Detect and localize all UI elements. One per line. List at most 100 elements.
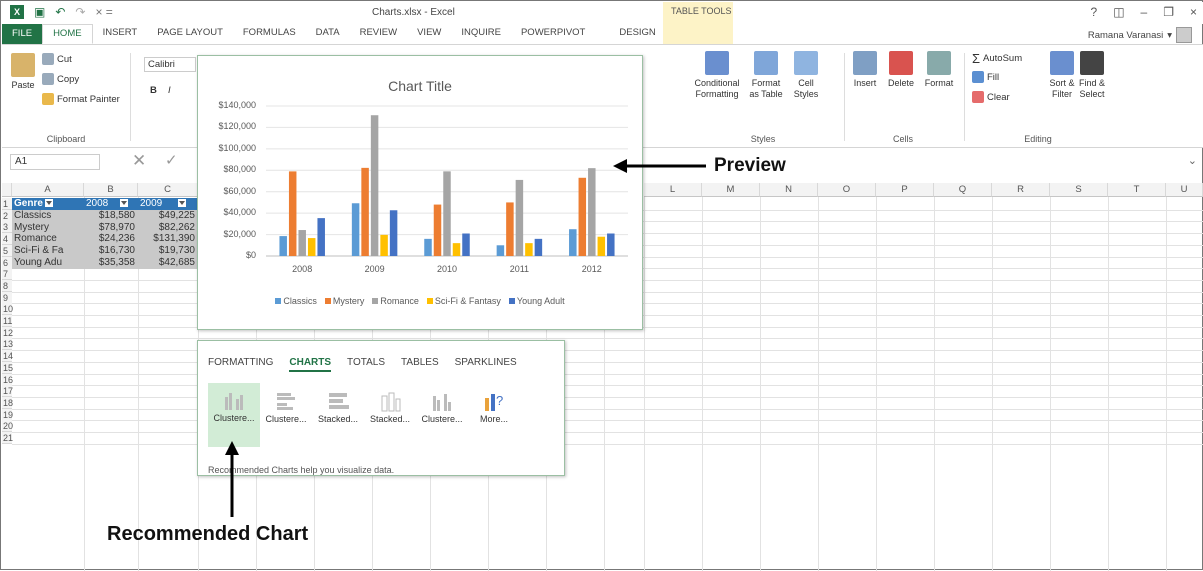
conditional-formatting-button[interactable]: Conditional Formatting xyxy=(692,51,742,100)
column-header-l[interactable]: L xyxy=(644,183,702,197)
row-header[interactable]: 15 xyxy=(2,361,13,374)
insert-cells-button[interactable]: Insert xyxy=(850,51,880,89)
table-cell[interactable]: $42,685 xyxy=(139,257,195,269)
find-select-button[interactable]: Find & Select xyxy=(1078,51,1106,100)
tab-inquire[interactable]: INQUIRE xyxy=(451,24,511,44)
cut-button[interactable]: Cut xyxy=(42,53,72,65)
table-cell[interactable]: Sci-Fi & Fa xyxy=(14,245,84,257)
customize-qat-icon[interactable]: × = xyxy=(95,5,112,19)
filter-dropdown-icon[interactable] xyxy=(44,199,53,208)
header-cell-genre[interactable]: Genre xyxy=(14,198,53,210)
row-header[interactable]: 21 xyxy=(2,432,13,444)
table-cell[interactable]: $19,730 xyxy=(139,245,195,257)
expand-formula-bar-icon[interactable]: ⌄ xyxy=(1188,154,1197,167)
filter-dropdown-icon[interactable] xyxy=(120,199,129,208)
tab-sparklines[interactable]: SPARKLINES xyxy=(455,357,517,372)
row-header[interactable]: 5 xyxy=(2,244,12,257)
tab-file[interactable]: FILE xyxy=(2,24,43,44)
enter-icon[interactable]: ✓ xyxy=(165,151,178,169)
ribbon-display-icon[interactable]: ◫ xyxy=(1113,5,1124,19)
filter-dropdown-icon[interactable] xyxy=(178,199,187,208)
table-cell[interactable]: Classics xyxy=(14,210,84,222)
row-header[interactable]: 1 xyxy=(2,198,12,210)
row-header[interactable]: 16 xyxy=(2,373,13,386)
user-account[interactable]: Ramana Varanasi ▾ xyxy=(1088,27,1192,43)
tab-charts[interactable]: CHARTS xyxy=(289,357,332,372)
header-cell-2008[interactable]: 2008 xyxy=(86,198,129,210)
table-cell[interactable]: $16,730 xyxy=(85,245,135,257)
clear-button[interactable]: Clear xyxy=(972,91,1010,103)
sort-filter-button[interactable]: Sort & Filter xyxy=(1048,51,1076,100)
row-header[interactable]: 17 xyxy=(2,385,13,398)
tab-formulas[interactable]: FORMULAS xyxy=(233,24,306,44)
table-cell[interactable]: $131,390 xyxy=(139,233,195,245)
copy-button[interactable]: Copy xyxy=(42,73,79,85)
row-header[interactable]: 14 xyxy=(2,350,13,363)
italic-button[interactable]: I xyxy=(168,85,171,96)
clustered-column-option-2[interactable]: Clustere... xyxy=(416,384,468,434)
column-header-s[interactable]: S xyxy=(1050,183,1108,197)
tab-data[interactable]: DATA xyxy=(306,24,350,44)
format-as-table-button[interactable]: Format as Table xyxy=(746,51,786,100)
row-header[interactable]: 6 xyxy=(2,256,12,269)
column-header-c[interactable]: C xyxy=(138,183,198,197)
table-cell[interactable]: Young Adu xyxy=(14,257,84,269)
minimize-icon[interactable]: – xyxy=(1141,5,1148,19)
row-header[interactable]: 8 xyxy=(2,279,12,292)
tab-design[interactable]: DESIGN xyxy=(609,24,665,44)
format-painter-button[interactable]: Format Painter xyxy=(42,93,120,105)
column-header-q[interactable]: Q xyxy=(934,183,992,197)
tab-formatting[interactable]: FORMATTING xyxy=(208,357,273,372)
row-header[interactable]: 7 xyxy=(2,268,12,281)
clustered-column-option[interactable]: Clustere... xyxy=(208,383,260,447)
delete-cells-button[interactable]: Delete xyxy=(886,51,916,89)
more-charts-option[interactable]: ? More... xyxy=(468,384,520,434)
column-header-b[interactable]: B xyxy=(84,183,138,197)
column-header-m[interactable]: M xyxy=(702,183,760,197)
bold-button[interactable]: B xyxy=(150,85,157,96)
close-icon[interactable]: × xyxy=(1190,5,1197,19)
column-header-t[interactable]: T xyxy=(1108,183,1166,197)
table-cell[interactable]: $18,580 xyxy=(85,210,135,222)
paste-button[interactable]: Paste xyxy=(8,53,38,91)
row-header[interactable]: 3 xyxy=(2,221,12,234)
row-header[interactable]: 18 xyxy=(2,396,13,409)
save-icon[interactable]: ▣ xyxy=(34,5,45,19)
tab-tables[interactable]: TABLES xyxy=(401,357,439,372)
header-cell-2009[interactable]: 2009 xyxy=(140,198,187,210)
stacked-column-option[interactable]: Stacked... xyxy=(364,384,416,434)
column-header-u[interactable]: U xyxy=(1166,183,1203,197)
table-cell[interactable]: $49,225 xyxy=(139,210,195,222)
help-icon[interactable]: ? xyxy=(1091,5,1098,19)
tab-review[interactable]: REVIEW xyxy=(350,24,407,44)
row-header[interactable]: 12 xyxy=(2,326,13,339)
column-header-p[interactable]: P xyxy=(876,183,934,197)
tab-powerpivot[interactable]: POWERPIVOT xyxy=(511,24,595,44)
clustered-bar-option[interactable]: Clustere... xyxy=(260,384,312,434)
table-cell[interactable]: Mystery xyxy=(14,222,84,234)
fill-button[interactable]: Fill xyxy=(972,71,999,83)
tab-totals[interactable]: TOTALS xyxy=(347,357,385,372)
cancel-icon[interactable]: ✕ xyxy=(132,151,146,171)
row-header[interactable]: 10 xyxy=(2,303,13,316)
autosum-button[interactable]: Σ AutoSum xyxy=(972,51,1022,66)
column-header-a[interactable]: A xyxy=(12,183,84,197)
column-header-o[interactable]: O xyxy=(818,183,876,197)
table-cell[interactable]: $78,970 xyxy=(85,222,135,234)
table-cell[interactable]: $82,262 xyxy=(139,222,195,234)
redo-icon[interactable]: ↷ xyxy=(75,5,85,19)
cell-styles-button[interactable]: Cell Styles xyxy=(788,51,824,100)
select-all-corner[interactable] xyxy=(2,183,12,197)
row-header[interactable]: 19 xyxy=(2,408,13,421)
column-header-r[interactable]: R xyxy=(992,183,1050,197)
font-name-box[interactable]: Calibri xyxy=(144,57,196,72)
stacked-bar-option[interactable]: Stacked... xyxy=(312,384,364,434)
column-header-n[interactable]: N xyxy=(760,183,818,197)
format-cells-button[interactable]: Format xyxy=(922,51,956,89)
row-header[interactable]: 20 xyxy=(2,420,13,433)
row-header[interactable]: 11 xyxy=(2,315,12,327)
tab-insert[interactable]: INSERT xyxy=(93,24,148,44)
row-header[interactable]: 9 xyxy=(2,291,12,304)
table-cell[interactable]: $35,358 xyxy=(85,257,135,269)
table-cell[interactable]: Romance xyxy=(14,233,84,245)
